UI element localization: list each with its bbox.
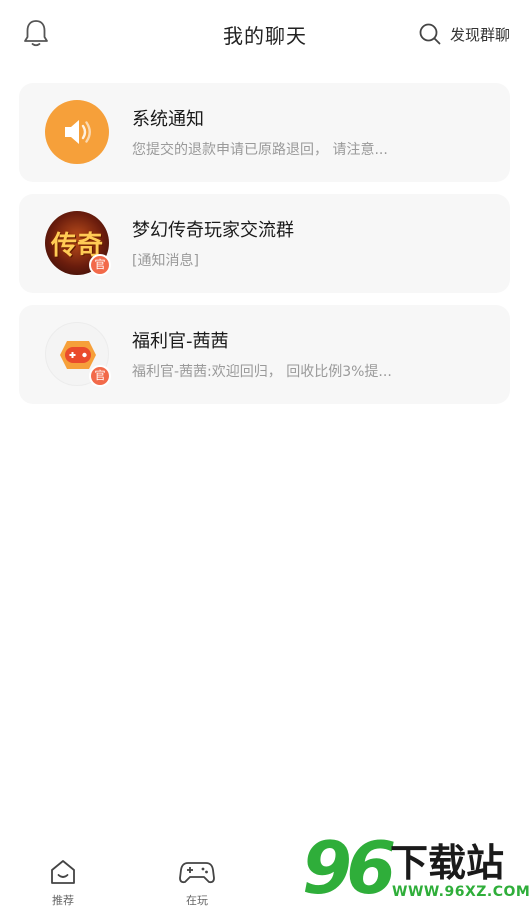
discover-group-chat-button[interactable]: 发现群聊: [418, 22, 510, 46]
search-icon: [418, 22, 442, 46]
chat-name: 系统通知: [132, 109, 204, 130]
header: 我的聊天 发现群聊: [0, 0, 530, 68]
chat-preview: 福利官-茜茜:欢迎回归， 回收比例3%提...: [132, 364, 392, 380]
discover-group-chat-label: 发现群聊: [449, 25, 510, 44]
chat-item-game-group[interactable]: 传奇 官 梦幻传奇玩家交流群 [通知消息]: [19, 194, 510, 293]
chat-item-welfare-officer[interactable]: 官 福利官-茜茜 福利官-茜茜:欢迎回归， 回收比例3%提...: [19, 305, 510, 404]
chat-name: 梦幻传奇玩家交流群: [132, 220, 294, 241]
nav-label: 在玩: [186, 894, 208, 907]
chat-preview: [通知消息]: [132, 253, 199, 269]
chat-list: 系统通知 您提交的退款申请已原路退回， 请注意... 传奇 官 梦幻传奇玩家交流…: [19, 83, 510, 416]
nav-item-recommend[interactable]: 推荐: [33, 858, 93, 908]
official-badge: 官: [89, 254, 111, 276]
watermark-text: 下载站: [390, 841, 505, 885]
chat-item-system-notice[interactable]: 系统通知 您提交的退款申请已原路退回， 请注意...: [19, 83, 510, 182]
nav-label: 推荐: [52, 894, 74, 907]
gamepad-icon: [167, 858, 227, 886]
watermark-digits: 96: [302, 826, 396, 910]
watermark-url: WWW.96XZ.COM: [392, 884, 530, 900]
speaker-icon: [45, 100, 109, 164]
nav-item-playing[interactable]: 在玩: [167, 858, 227, 908]
watermark-logo: 96 下载站 WWW.96XZ.COM: [300, 826, 530, 910]
home-icon: [33, 858, 93, 886]
chat-preview: 您提交的退款申请已原路退回， 请注意...: [132, 142, 388, 158]
official-badge: 官: [89, 365, 111, 387]
chat-name: 福利官-茜茜: [132, 331, 229, 352]
